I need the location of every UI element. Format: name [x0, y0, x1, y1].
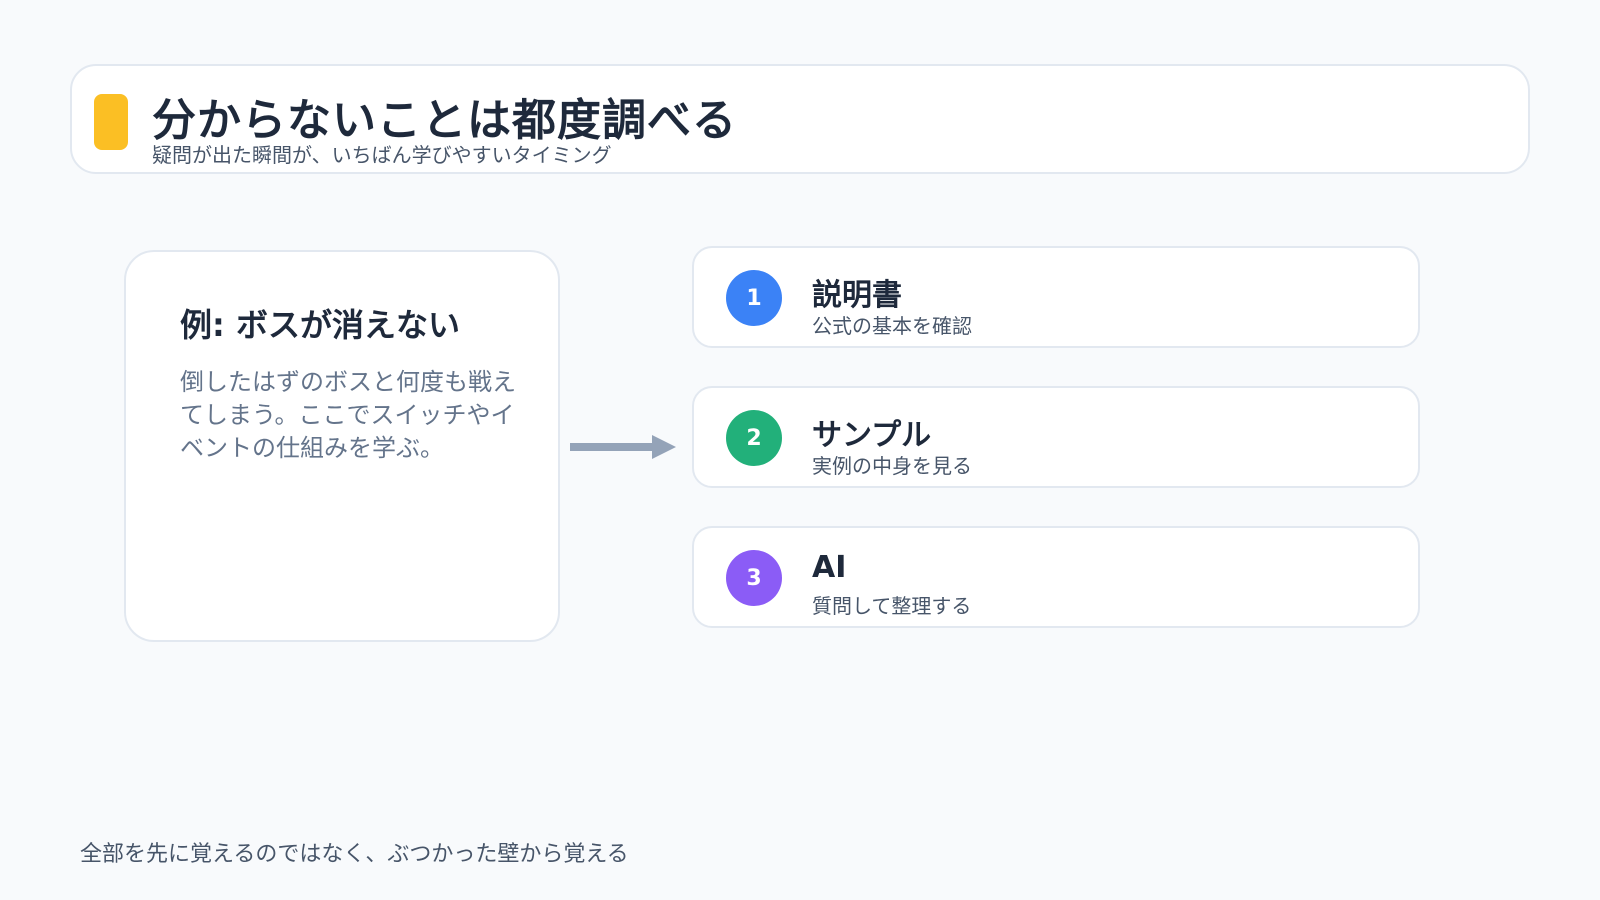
header-accent-bar — [94, 94, 128, 150]
step-description: 公式の基本を確認 — [812, 314, 972, 338]
step-number-badge: 1 — [726, 270, 782, 326]
example-card: 例: ボスが消えない 倒したはずのボスと何度も戦えてしまう。ここでスイッチやイベ… — [124, 250, 560, 642]
footer-note: 全部を先に覚えるのではなく、ぶつかった壁から覚える — [80, 842, 629, 867]
example-body: 倒したはずのボスと何度も戦えてしまう。ここでスイッチやイベントの仕組みを学ぶ。 — [180, 368, 516, 462]
step-description: 質問して整理する — [812, 594, 972, 618]
arrow-right-icon — [570, 435, 676, 459]
step-title: 説明書 — [812, 278, 902, 313]
step-title: サンプル — [812, 418, 932, 453]
step-description: 実例の中身を見る — [812, 454, 972, 478]
step-number-badge: 3 — [726, 550, 782, 606]
step-title: AI — [812, 550, 847, 585]
step-number-badge: 2 — [726, 410, 782, 466]
step-card-3: 3 AI 質問して整理する — [692, 526, 1420, 628]
step-card-2: 2 サンプル 実例の中身を見る — [692, 386, 1420, 488]
example-title: 例: ボスが消えない — [180, 306, 460, 344]
step-card-1: 1 説明書 公式の基本を確認 — [692, 246, 1420, 348]
header-card: 分からないことは都度調べる 疑問が出た瞬間が、いちばん学びやすいタイミング — [70, 64, 1530, 174]
page-subtitle: 疑問が出た瞬間が、いちばん学びやすいタイミング — [152, 143, 612, 167]
